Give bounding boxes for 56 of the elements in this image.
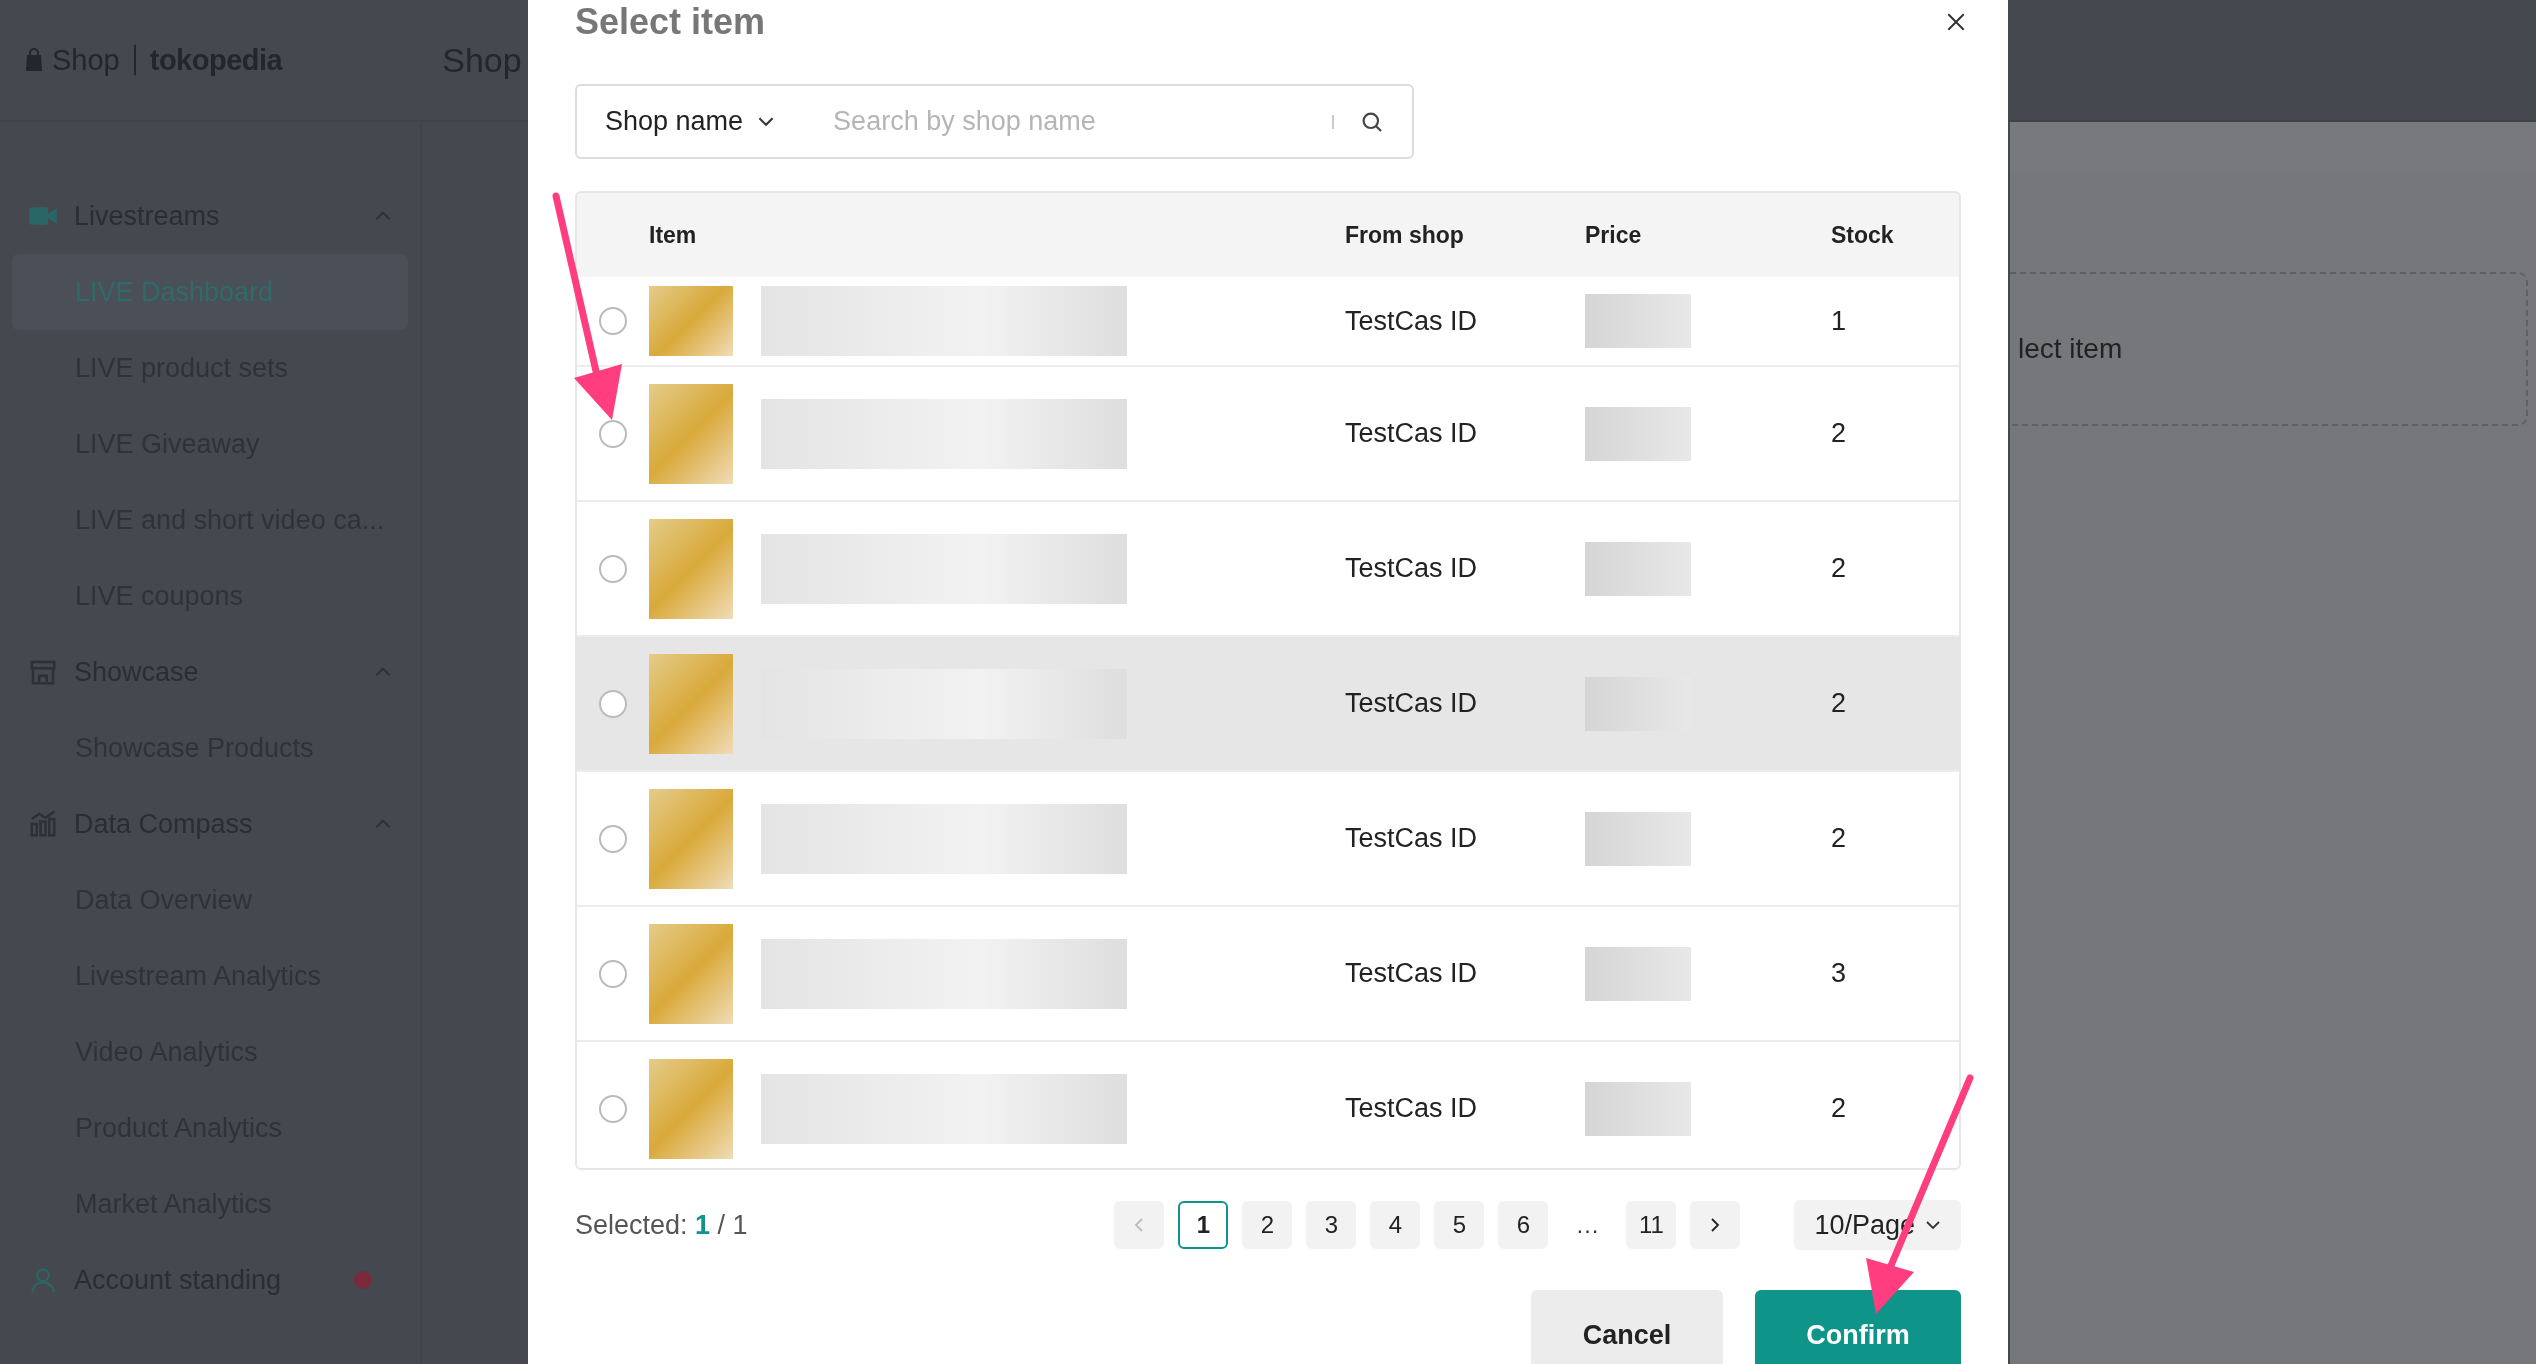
dialog-title: Select item bbox=[575, 1, 766, 43]
table-cell-text: 3 bbox=[1830, 958, 1848, 989]
column-header: Stock bbox=[1830, 221, 1895, 249]
table-cell-text: 2 bbox=[1830, 418, 1848, 449]
table-cell-text: 2 bbox=[1830, 1093, 1848, 1124]
table-cell-text: TestCas ID bbox=[1345, 823, 1479, 854]
page-button[interactable]: 5 bbox=[1434, 1201, 1485, 1249]
page-button[interactable]: 3 bbox=[1306, 1201, 1357, 1249]
table-cell-text: TestCas ID bbox=[1345, 1093, 1479, 1124]
table-row[interactable]: TestCas ID 2 bbox=[577, 367, 1959, 502]
chevron-right-icon bbox=[1710, 1217, 1721, 1233]
table-cell-text: TestCas ID bbox=[1345, 553, 1479, 584]
column-header: Item bbox=[649, 221, 698, 249]
radio-button[interactable] bbox=[599, 689, 627, 718]
page-button[interactable]: 6 bbox=[1498, 1201, 1549, 1249]
table-cell-text: 2 bbox=[1830, 553, 1848, 584]
table-cell-text: 2 bbox=[1830, 823, 1848, 854]
page-ellipsis: … bbox=[1574, 1211, 1601, 1239]
shopping-bag-icon bbox=[24, 48, 44, 72]
page-button[interactable]: 1 bbox=[1178, 1201, 1229, 1249]
radio-button[interactable] bbox=[599, 307, 627, 335]
search-field[interactable]: Shop name Search by shop name bbox=[575, 84, 1414, 159]
column-header: From shop bbox=[1345, 221, 1465, 249]
radio-button[interactable] bbox=[599, 959, 627, 988]
table-row[interactable]: TestCas ID 2 bbox=[577, 502, 1959, 637]
table-cell-text: 1 bbox=[1830, 305, 1848, 337]
chevron-down-icon bbox=[757, 116, 776, 127]
table-cell-text: 2 bbox=[1830, 688, 1848, 719]
table-row[interactable]: TestCas ID 1 bbox=[577, 277, 1959, 367]
selected-count-text: Selected: 1 / 1 bbox=[575, 1209, 748, 1241]
chevron-left-icon bbox=[1134, 1217, 1145, 1233]
table-cell-text: TestCas ID bbox=[1345, 418, 1479, 449]
page-button[interactable]: 2 bbox=[1242, 1201, 1293, 1249]
table-row[interactable]: TestCas ID 2 bbox=[577, 637, 1959, 772]
table-cell-text: TestCas ID bbox=[1345, 688, 1479, 719]
cancel-button[interactable]: Cancel bbox=[1531, 1290, 1723, 1364]
radio-button[interactable] bbox=[599, 419, 627, 448]
chevron-down-icon bbox=[1925, 1220, 1941, 1230]
table-row[interactable]: TestCas ID 2 bbox=[577, 1042, 1959, 1168]
page-button[interactable]: 11 bbox=[1626, 1201, 1677, 1249]
column-header: Price bbox=[1585, 221, 1643, 249]
radio-button[interactable] bbox=[599, 824, 627, 853]
radio-button[interactable] bbox=[599, 554, 627, 583]
table-cell-text: TestCas ID bbox=[1345, 958, 1479, 989]
table-row[interactable]: TestCas ID 3 bbox=[577, 907, 1959, 1042]
filter-dropdown[interactable]: Shop name bbox=[605, 106, 776, 137]
page-button[interactable]: 4 bbox=[1370, 1201, 1421, 1249]
confirm-button[interactable]: Confirm bbox=[1755, 1290, 1961, 1364]
dropzone[interactable]: lect item bbox=[2010, 272, 2528, 426]
bar-chart-icon bbox=[28, 809, 58, 839]
next-page-button[interactable] bbox=[1690, 1201, 1741, 1249]
radio-button[interactable] bbox=[599, 1094, 627, 1123]
person-icon bbox=[28, 1266, 58, 1294]
table-row[interactable]: TestCas ID 2 bbox=[577, 772, 1959, 907]
table-cell-text: TestCas ID bbox=[1345, 305, 1479, 337]
notification-dot bbox=[354, 1271, 372, 1289]
